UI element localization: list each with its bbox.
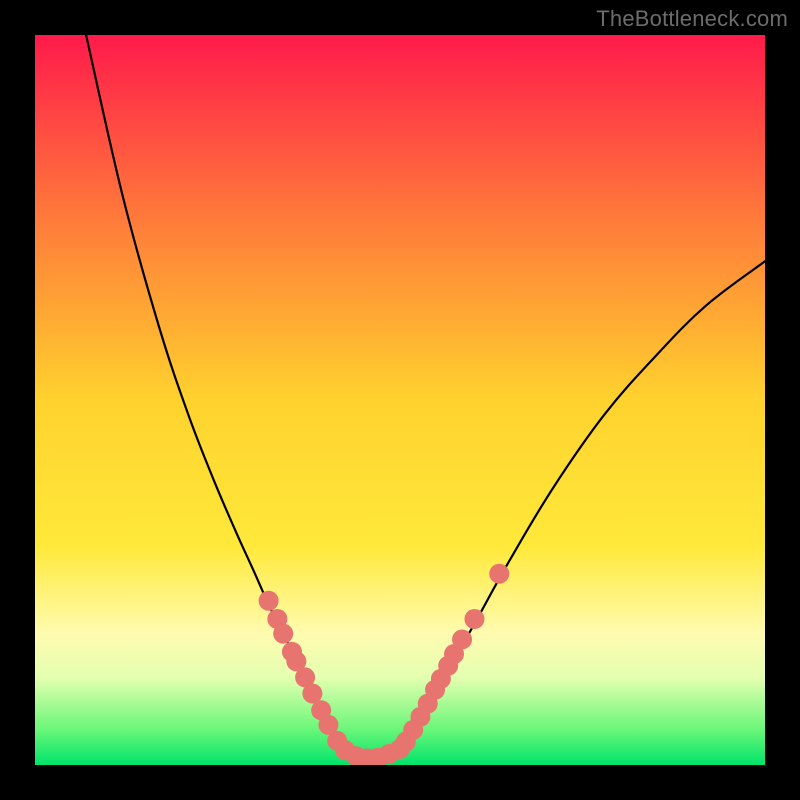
chart-frame: TheBottleneck.com [0,0,800,800]
data-marker [489,564,509,584]
data-marker [273,624,293,644]
data-marker [464,609,484,629]
plot-area [35,35,765,765]
watermark-text: TheBottleneck.com [596,6,788,32]
data-marker [259,591,279,611]
data-marker [452,629,472,649]
plot-svg [35,35,765,765]
